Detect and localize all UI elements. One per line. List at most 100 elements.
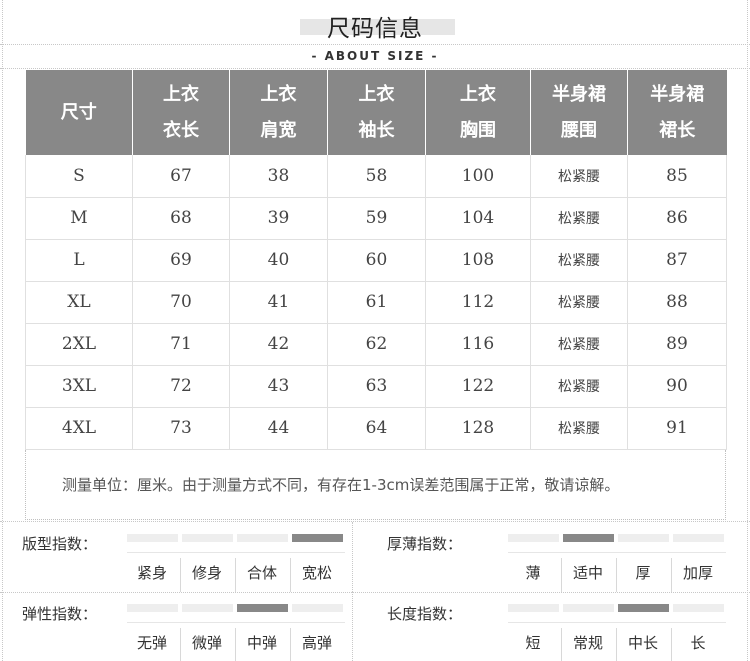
column-header-line2: 胸围 — [460, 119, 496, 141]
scale-separator — [671, 558, 672, 592]
scale-separator — [235, 628, 236, 661]
scale-segment — [673, 604, 724, 612]
size-cell: 3XL — [25, 365, 133, 408]
table-cell: 88 — [627, 281, 727, 324]
scale-option-label: 紧身 — [136, 564, 167, 582]
scale-segment — [563, 604, 614, 612]
scale-option-label: 常规 — [572, 634, 603, 652]
scale-separator — [235, 558, 236, 592]
page-title: 尺码信息 — [327, 16, 423, 42]
scale-option-label: 适中 — [572, 564, 603, 582]
scale-option-label: 薄 — [525, 564, 541, 582]
table-cell: 62 — [327, 323, 426, 366]
column-header-line1: 上衣 — [163, 83, 199, 105]
scale-line — [127, 622, 345, 623]
column-header: 上衣 衣长 — [132, 70, 230, 155]
thickness-index-label: 厚薄指数： — [387, 535, 463, 553]
table-cell: 100 — [425, 155, 531, 198]
table-cell: 43 — [229, 365, 328, 408]
table-cell: 39 — [229, 197, 328, 240]
scale-segment — [237, 534, 288, 542]
scale-separator — [290, 558, 291, 592]
table-row: 2XL 71 42 62 116 松紧腰 89 — [25, 323, 727, 366]
size-cell: XL — [25, 281, 133, 324]
table-cell: 104 — [425, 197, 531, 240]
scale-option-label: 修身 — [191, 564, 222, 582]
scale-segment-active — [618, 604, 669, 612]
scale-segment — [508, 534, 559, 542]
table-cell: 58 — [327, 155, 426, 198]
table-cell: 松紧腰 — [530, 281, 628, 324]
column-header-line2: 肩宽 — [260, 119, 297, 141]
table-cell: 松紧腰 — [530, 155, 628, 198]
table-cell: 122 — [425, 365, 531, 408]
scale-option-label: 无弹 — [136, 634, 167, 652]
table-cell: 70 — [132, 281, 230, 324]
table-cell: 松紧腰 — [530, 407, 628, 450]
table-row: XL 70 41 61 112 松紧腰 88 — [25, 281, 727, 324]
scale-segment — [127, 534, 178, 542]
scale-option-label: 厚 — [635, 564, 651, 582]
size-cell: 4XL — [25, 407, 133, 450]
scale-separator — [561, 628, 562, 661]
table-cell: 松紧腰 — [530, 239, 628, 282]
size-cell: 2XL — [25, 323, 133, 366]
scale-segment — [182, 604, 233, 612]
length-index-scale: 短 常规 中长 长 — [508, 598, 726, 661]
column-header-line2: 袖长 — [358, 119, 395, 141]
scale-option-label: 加厚 — [682, 564, 713, 582]
table-cell: 68 — [132, 197, 230, 240]
scale-line — [508, 622, 726, 623]
scale-separator — [561, 558, 562, 592]
size-table: 尺寸 上衣 衣长 上衣 肩宽 上衣 袖长 上衣 胸围 半身裙 腰围 半身裙 裙长 S 67 38 58 100 松… — [25, 70, 727, 450]
elasticity-index-scale: 无弹 微弹 中弹 高弹 — [127, 598, 345, 661]
table-cell: 松紧腰 — [530, 323, 628, 366]
table-row: L 69 40 60 108 松紧腰 87 — [25, 239, 727, 282]
table-row: M 68 39 59 104 松紧腰 86 — [25, 197, 727, 240]
column-header-line2: 衣长 — [163, 119, 199, 141]
table-cell: 40 — [229, 239, 328, 282]
table-cell: 松紧腰 — [530, 365, 628, 408]
size-cell: S — [25, 155, 133, 198]
column-header-line1: 上衣 — [260, 83, 297, 105]
scale-line — [508, 552, 726, 553]
size-cell: L — [25, 239, 133, 282]
column-header: 上衣 袖长 — [327, 70, 426, 155]
table-cell: 86 — [627, 197, 727, 240]
table-cell: 71 — [132, 323, 230, 366]
table-cell: 60 — [327, 239, 426, 282]
table-cell: 89 — [627, 323, 727, 366]
scale-segment — [182, 534, 233, 542]
table-header-row: 尺寸 上衣 衣长 上衣 肩宽 上衣 袖长 上衣 胸围 半身裙 腰围 半身裙 裙长 — [25, 70, 727, 155]
scale-segment — [673, 534, 724, 542]
column-header: 半身裙 裙长 — [627, 70, 727, 155]
divider — [352, 592, 353, 661]
title-area: 尺码信息 — [0, 0, 750, 45]
scale-segment — [618, 534, 669, 542]
scale-option-label: 宽松 — [301, 564, 332, 582]
table-cell: 67 — [132, 155, 230, 198]
scale-segment-active — [563, 534, 614, 542]
table-cell: 59 — [327, 197, 426, 240]
table-cell: 69 — [132, 239, 230, 282]
index-row-1: 版型指数： 紧身 修身 合体 宽松 厚薄指数： 薄 适中 厚 加厚 — [0, 522, 750, 592]
length-index-label: 长度指数： — [387, 605, 463, 623]
column-header: 上衣 肩宽 — [229, 70, 328, 155]
elasticity-index-label: 弹性指数： — [22, 605, 98, 623]
scale-option-label: 中长 — [627, 634, 658, 652]
table-cell: 87 — [627, 239, 727, 282]
table-cell: 41 — [229, 281, 328, 324]
column-header-line1: 半身裙 — [552, 83, 606, 105]
table-row: 3XL 72 43 63 122 松紧腰 90 — [25, 365, 727, 408]
page-subtitle: - ABOUT SIZE - — [311, 49, 439, 63]
scale-segment — [127, 604, 178, 612]
table-cell: 38 — [229, 155, 328, 198]
scale-option-label: 合体 — [246, 564, 277, 582]
thickness-index-scale: 薄 适中 厚 加厚 — [508, 528, 726, 592]
column-header: 尺寸 — [25, 70, 133, 155]
table-cell: 73 — [132, 407, 230, 450]
table-row: S 67 38 58 100 松紧腰 85 — [25, 155, 727, 198]
table-cell: 松紧腰 — [530, 197, 628, 240]
table-cell: 64 — [327, 407, 426, 450]
column-header-line2: 裙长 — [659, 119, 696, 141]
